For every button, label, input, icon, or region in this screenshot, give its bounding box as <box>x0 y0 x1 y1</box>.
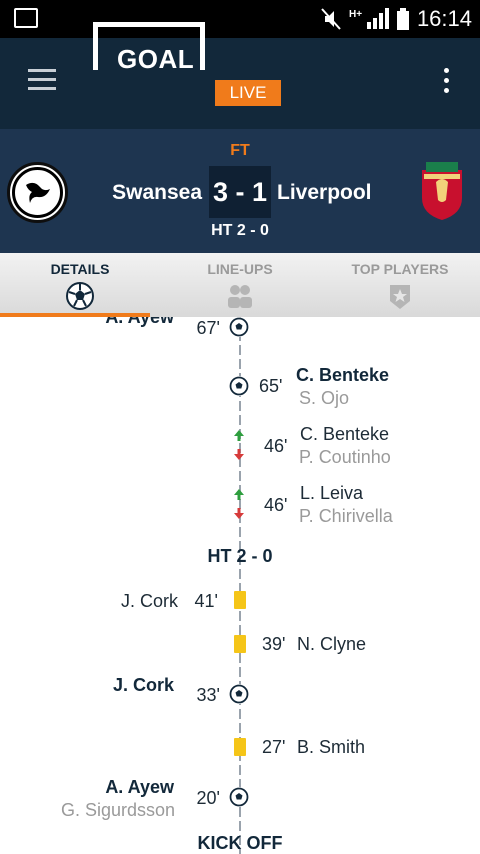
match-status: FT <box>230 142 250 159</box>
event-minute: 39' <box>262 634 286 654</box>
image-icon <box>14 8 38 28</box>
tab-bar: DETAILS LINE-UPS TOP PLAYERS <box>0 253 480 317</box>
tab-top-players[interactable]: TOP PLAYERS <box>320 253 480 317</box>
clock: 16:14 <box>416 6 472 31</box>
event-minute: 46' <box>264 436 288 456</box>
yellow-card-icon <box>234 738 246 756</box>
event-player: A. Ayew <box>105 777 174 797</box>
event-minute: 27' <box>262 737 286 757</box>
event-player: A. Ayew <box>105 317 174 327</box>
event-minute: 67' <box>196 318 220 338</box>
event-minute: 20' <box>196 788 220 808</box>
svg-text:H+: H+ <box>349 9 362 20</box>
kick-off-marker: KICK OFF <box>197 833 283 853</box>
tab-lineups-label: LINE-UPS <box>207 261 273 277</box>
substitution-icon <box>234 430 244 460</box>
yellow-card-icon <box>234 635 246 653</box>
event-assist: S. Ojo <box>299 388 350 408</box>
event-minute: 65' <box>259 376 283 396</box>
more-vert-icon[interactable] <box>444 68 450 98</box>
event-player: N. Clyne <box>297 634 367 654</box>
yellow-card-icon <box>234 591 246 609</box>
tab-top-players-label: TOP PLAYERS <box>351 261 449 277</box>
sub-player-out: P. Coutinho <box>299 447 391 467</box>
goal-ball-icon <box>229 684 249 704</box>
status-bar: H+ 16:14 <box>0 0 480 38</box>
tab-lineups[interactable]: LINE-UPS <box>160 253 320 317</box>
goal-ball-icon <box>229 787 249 807</box>
tab-details-label: DETAILS <box>50 261 110 277</box>
event-assist: G. Sigurdsson <box>60 800 175 820</box>
away-team-name: Liverpool <box>277 181 372 204</box>
sub-player-out: P. Chirivella <box>299 506 393 526</box>
sub-player-in: L. Leiva <box>300 483 364 503</box>
live-badge: LIVE <box>215 80 281 106</box>
event-minute: 33' <box>196 685 220 705</box>
event-player: C. Benteke <box>296 365 390 385</box>
event-player: J. Cork <box>112 675 174 695</box>
event-player: B. Smith <box>297 737 366 757</box>
half-time-marker: HT 2 - 0 <box>207 546 273 566</box>
goal-ball-icon <box>229 376 249 396</box>
people-icon <box>228 285 252 308</box>
match-timeline[interactable]: A. Ayew 67' 65' C. Benteke S. Ojo 46' C.… <box>0 317 480 854</box>
event-minute: 46' <box>264 495 288 515</box>
timeline-line <box>239 317 241 854</box>
goal-ball-icon <box>229 317 249 337</box>
battery-icon <box>396 8 409 30</box>
hamburger-icon[interactable] <box>28 69 56 91</box>
goal-logo: GOAL <box>113 44 199 75</box>
event-player: J. Cork <box>120 591 178 611</box>
swansea-crest-icon[interactable] <box>7 162 68 223</box>
substitution-icon <box>234 489 244 519</box>
score-box: 3 - 1 <box>209 166 271 218</box>
event-minute: 41' <box>194 591 218 611</box>
star-badge-icon <box>390 285 410 309</box>
home-team-name: Swansea <box>112 181 202 204</box>
hplus-signal-icon: H+ <box>349 8 389 29</box>
half-time-score: HT 2 - 0 <box>211 222 269 239</box>
tab-details[interactable]: DETAILS <box>0 253 160 317</box>
football-icon <box>66 282 94 310</box>
sub-player-in: C. Benteke <box>300 424 390 444</box>
liverpool-crest-icon[interactable] <box>418 160 466 222</box>
mute-icon <box>321 8 341 30</box>
